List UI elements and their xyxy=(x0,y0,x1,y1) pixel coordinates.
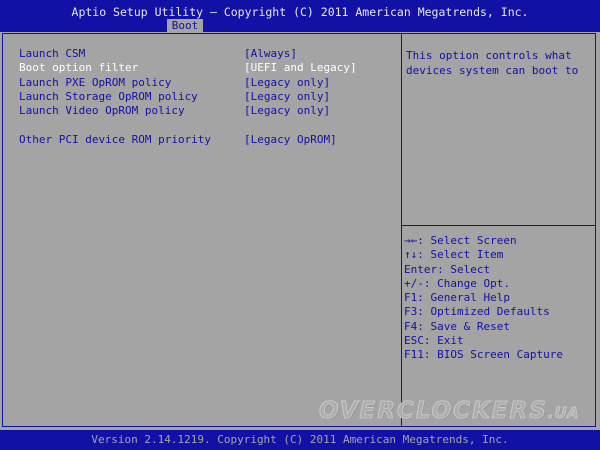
main-panel: Launch CSM [Always] Boot option filter [… xyxy=(2,33,596,427)
setting-label: Launch Video OpROM policy xyxy=(19,104,185,117)
setting-value[interactable]: [Legacy OpROM] xyxy=(244,133,337,146)
setting-launch-pxe-oprom-policy[interactable]: Launch PXE OpROM policy [Legacy only] xyxy=(19,76,399,90)
watermark-logo: OVERCLOCKERS.UA xyxy=(319,398,594,426)
key-select-item: ↑↓: Select Item xyxy=(404,248,504,262)
setting-value[interactable]: [Always] xyxy=(244,47,297,60)
setting-value[interactable]: [UEFI and Legacy] xyxy=(244,61,357,74)
setting-value[interactable]: [Legacy only] xyxy=(244,104,330,117)
setting-label: Launch CSM xyxy=(19,47,86,60)
setting-value[interactable]: [Legacy only] xyxy=(244,76,330,89)
title-bar: Aptio Setup Utility – Copyright (C) 2011… xyxy=(0,0,600,33)
setting-boot-option-filter[interactable]: Boot option filter [UEFI and Legacy] xyxy=(19,61,399,75)
setting-other-pci-device-rom-priority[interactable]: Other PCI device ROM priority [Legacy Op… xyxy=(19,133,399,147)
bios-screen: Aptio Setup Utility – Copyright (C) 2011… xyxy=(0,0,600,450)
tab-boot[interactable]: Boot xyxy=(167,19,203,33)
setting-label: Other PCI device ROM priority xyxy=(19,133,212,146)
setting-launch-storage-oprom-policy[interactable]: Launch Storage OpROM policy [Legacy only… xyxy=(19,90,399,104)
help-text: This option controls what devices system… xyxy=(406,49,579,77)
panel-divider-vertical xyxy=(401,34,402,426)
key-optimized-defaults: F3: Optimized Defaults xyxy=(404,305,550,319)
key-legend: →←: Select Screen ↑↓: Select Item Enter:… xyxy=(404,234,594,363)
key-enter-select: Enter: Select xyxy=(404,262,491,276)
watermark-suffix: .UA xyxy=(547,404,580,423)
setting-label: Launch PXE OpROM policy xyxy=(19,76,172,89)
footer-bar: Version 2.14.1219. Copyright (C) 2011 Am… xyxy=(0,430,600,450)
footer-version-text: Version 2.14.1219. Copyright (C) 2011 Am… xyxy=(91,433,509,446)
key-select-screen: →←: Select Screen xyxy=(404,234,517,247)
key-general-help: F1: General Help xyxy=(404,291,510,305)
watermark-main: OVERCLOCKERS xyxy=(319,398,548,425)
setting-value[interactable]: [Legacy only] xyxy=(244,90,330,103)
key-bios-screen-capture: F11: BIOS Screen Capture xyxy=(404,348,563,362)
panel-divider-horizontal xyxy=(401,225,595,226)
setting-label: Launch Storage OpROM policy xyxy=(19,90,198,103)
key-esc-exit: ESC: Exit xyxy=(404,334,464,348)
key-save-reset: F4: Save & Reset xyxy=(404,319,510,333)
app-title: Aptio Setup Utility – Copyright (C) 2011… xyxy=(71,5,529,19)
key-change-opt: +/-: Change Opt. xyxy=(404,276,510,290)
setting-label: Boot option filter xyxy=(19,61,139,74)
setting-launch-csm[interactable]: Launch CSM [Always] xyxy=(19,47,399,61)
setting-launch-video-oprom-policy[interactable]: Launch Video OpROM policy [Legacy only] xyxy=(19,104,399,118)
